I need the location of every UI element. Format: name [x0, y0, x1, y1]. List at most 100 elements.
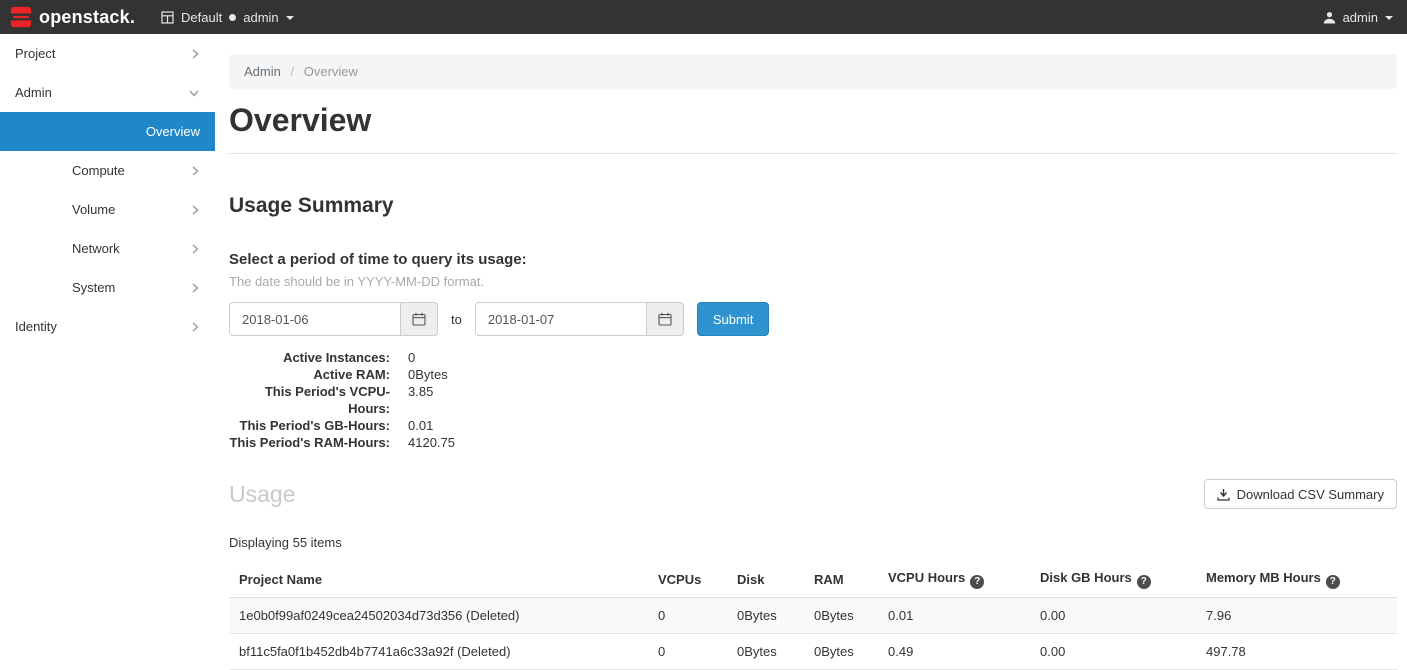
breadcrumb: Admin / Overview — [229, 54, 1397, 89]
stat-label: This Period's VCPU-Hours: — [229, 383, 390, 417]
cell-disk: 0Bytes — [727, 598, 804, 634]
cell-disk-gb-hours: 0.00 — [1030, 598, 1196, 634]
sidebar-item-compute[interactable]: Compute — [0, 151, 215, 190]
cell-vcpu-hours: 0.49 — [878, 634, 1030, 670]
sidebar-item-label: Compute — [72, 163, 190, 178]
stat-label: Active RAM: — [229, 366, 390, 383]
openstack-logo-icon — [10, 6, 32, 28]
page-title: Overview — [229, 101, 1397, 139]
usage-table-title: Usage — [229, 481, 295, 508]
period-prompt: Select a period of time to query its usa… — [229, 251, 1397, 268]
table-header-row: Project Name VCPUs Disk RAM VCPU Hours? … — [229, 562, 1397, 598]
stat-label: Active Instances: — [229, 349, 390, 366]
cell-ram: 0Bytes — [804, 598, 878, 634]
brand-text: openstack. — [39, 7, 135, 28]
chevron-right-icon — [190, 48, 200, 60]
cell-memory-mb-hours: 497.78 — [1196, 634, 1397, 670]
stat-label: This Period's GB-Hours: — [229, 417, 390, 434]
download-csv-button[interactable]: Download CSV Summary — [1204, 479, 1397, 509]
chevron-right-icon — [190, 321, 200, 333]
sidebar-item-label: Overview — [146, 124, 200, 139]
sidebar-item-label: Admin — [15, 85, 188, 100]
column-label: VCPUs — [658, 572, 701, 587]
items-count: Displaying 55 items — [229, 535, 1397, 550]
help-icon[interactable]: ? — [1326, 575, 1340, 589]
column-header-ram[interactable]: RAM — [804, 562, 878, 598]
stat-row: This Period's VCPU-Hours: 3.85 — [229, 383, 1397, 417]
caret-down-icon — [1385, 16, 1393, 20]
column-header-vcpus[interactable]: VCPUs — [648, 562, 727, 598]
main-content: Admin / Overview Overview Usage Summary … — [215, 34, 1407, 670]
context-project: admin — [243, 10, 278, 25]
help-icon[interactable]: ? — [970, 575, 984, 589]
column-header-disk-gb-hours[interactable]: Disk GB Hours? — [1030, 562, 1196, 598]
chevron-right-icon — [190, 282, 200, 294]
stat-value: 0 — [408, 349, 415, 366]
openstack-brand[interactable]: openstack. — [10, 6, 135, 28]
start-date-input[interactable] — [229, 302, 401, 336]
usage-query-form: to Submit — [229, 302, 1397, 336]
breadcrumb-current: Overview — [304, 64, 358, 79]
table-row: 1e0b0f99af0249cea24502034d73d356 (Delete… — [229, 598, 1397, 634]
context-switcher[interactable]: Default admin — [161, 10, 294, 25]
column-label: Memory MB Hours — [1206, 570, 1321, 585]
stat-label: This Period's RAM-Hours: — [229, 434, 390, 451]
chevron-right-icon — [190, 165, 200, 177]
sidebar-item-label: Identity — [15, 319, 190, 334]
cell-vcpu-hours: 0.01 — [878, 598, 1030, 634]
help-icon[interactable]: ? — [1137, 575, 1151, 589]
usage-stats: Active Instances: 0 Active RAM: 0Bytes T… — [229, 349, 1397, 451]
calendar-icon — [412, 312, 426, 326]
sidebar: Project Admin Overview Compute Volume — [0, 34, 215, 670]
column-header-vcpu-hours[interactable]: VCPU Hours? — [878, 562, 1030, 598]
sidebar-item-label: Volume — [72, 202, 190, 217]
sidebar-item-system[interactable]: System — [0, 268, 215, 307]
usage-table: Project Name VCPUs Disk RAM VCPU Hours? … — [229, 562, 1397, 670]
column-header-project-name[interactable]: Project Name — [229, 562, 648, 598]
cell-project-name: 1e0b0f99af0249cea24502034d73d356 (Delete… — [229, 598, 648, 634]
cell-ram: 0Bytes — [804, 634, 878, 670]
column-header-memory-mb-hours[interactable]: Memory MB Hours? — [1196, 562, 1397, 598]
user-name: admin — [1343, 10, 1378, 25]
submit-button[interactable]: Submit — [697, 302, 769, 336]
breadcrumb-separator: / — [290, 64, 294, 79]
divider — [229, 153, 1397, 154]
sidebar-item-admin[interactable]: Admin — [0, 73, 215, 112]
sidebar-item-identity[interactable]: Identity — [0, 307, 215, 346]
column-label: RAM — [814, 572, 844, 587]
column-label: VCPU Hours — [888, 570, 965, 585]
chevron-down-icon — [188, 88, 200, 98]
cell-memory-mb-hours: 7.96 — [1196, 598, 1397, 634]
stat-value: 0Bytes — [408, 366, 448, 383]
caret-down-icon — [286, 16, 294, 20]
sidebar-item-volume[interactable]: Volume — [0, 190, 215, 229]
column-label: Disk GB Hours — [1040, 570, 1132, 585]
stat-row: Active Instances: 0 — [229, 349, 1397, 366]
to-label: to — [451, 312, 462, 327]
stat-value: 4120.75 — [408, 434, 455, 451]
start-date-calendar-button[interactable] — [401, 302, 438, 336]
project-dot-icon — [229, 14, 236, 21]
stat-value: 3.85 — [408, 383, 433, 417]
end-date-group — [475, 302, 684, 336]
column-label: Project Name — [239, 572, 322, 587]
sidebar-item-project[interactable]: Project — [0, 34, 215, 73]
end-date-calendar-button[interactable] — [647, 302, 684, 336]
column-label: Disk — [737, 572, 764, 587]
chevron-right-icon — [190, 204, 200, 216]
user-menu[interactable]: admin — [1323, 10, 1393, 25]
download-csv-label: Download CSV Summary — [1237, 487, 1384, 502]
breadcrumb-admin-link[interactable]: Admin — [244, 64, 281, 79]
table-row: bf11c5fa0f1b452db4b7741a6c33a92f (Delete… — [229, 634, 1397, 670]
sidebar-item-label: Project — [15, 46, 190, 61]
cell-disk-gb-hours: 0.00 — [1030, 634, 1196, 670]
sidebar-item-overview[interactable]: Overview — [0, 112, 215, 151]
usage-section-header: Usage Download CSV Summary — [229, 479, 1397, 509]
download-icon — [1217, 488, 1230, 501]
cell-vcpus: 0 — [648, 598, 727, 634]
context-domain: Default — [181, 10, 222, 25]
end-date-input[interactable] — [475, 302, 647, 336]
sidebar-item-network[interactable]: Network — [0, 229, 215, 268]
stat-row: This Period's GB-Hours: 0.01 — [229, 417, 1397, 434]
column-header-disk[interactable]: Disk — [727, 562, 804, 598]
